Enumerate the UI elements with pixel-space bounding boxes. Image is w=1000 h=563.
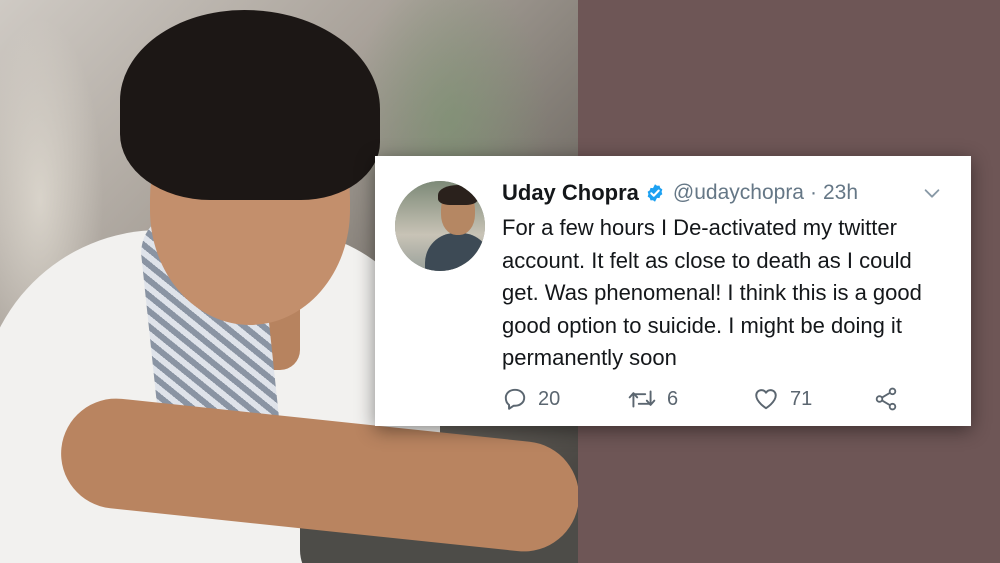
reply-button[interactable]: 20 [502,386,627,412]
tweet-header: Uday Chopra @udaychopra · 23h [502,178,953,208]
separator: · [810,181,817,204]
retweet-button[interactable]: 6 [627,386,752,412]
like-count: 71 [790,387,813,410]
tweet-text: For a few hours I De-activated my twitte… [502,215,922,370]
retweet-icon [628,390,656,408]
reply-icon [504,388,526,410]
share-icon [875,387,897,411]
heart-icon [755,389,777,410]
reply-count: 20 [538,387,561,410]
handle[interactable]: @udaychopra [673,181,804,205]
avatar[interactable] [395,181,485,271]
like-button[interactable]: 71 [752,386,872,412]
tweet-actions: 20 6 71 [502,384,962,414]
timestamp[interactable]: 23h [823,181,858,205]
verified-badge-icon [645,183,665,203]
retweet-count: 6 [667,387,679,410]
chevron-down-icon[interactable] [921,182,943,204]
tweet-card: Uday Chopra @udaychopra · 23h For a few … [375,156,971,426]
share-button[interactable] [872,386,910,412]
display-name[interactable]: Uday Chopra [502,180,639,206]
